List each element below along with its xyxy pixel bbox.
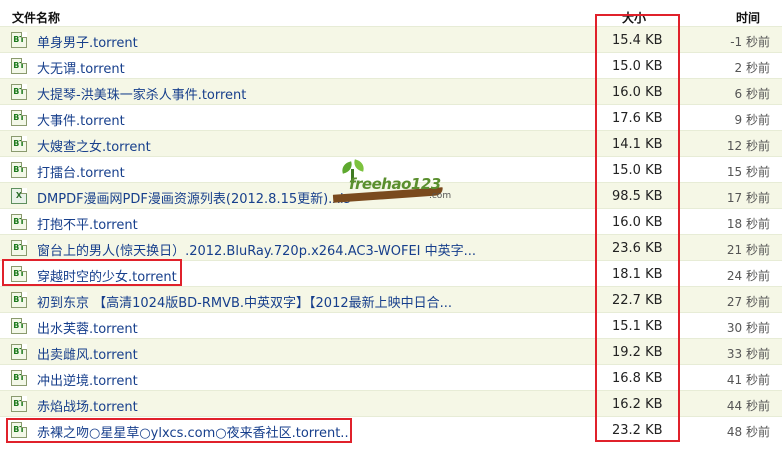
file-size: 15.4 KB (612, 33, 663, 48)
table-row: BT 大嫂查之女.torrent 14.1 KB 12 秒前 (0, 130, 782, 156)
file-time: 33 秒前 (726, 347, 770, 361)
column-header-time[interactable]: 时间 (736, 9, 760, 26)
file-name-link[interactable]: 穿越时空的少女.torrent (37, 266, 177, 285)
freehao123-watermark-logo: freehao123 .com (332, 159, 458, 211)
bt-torrent-file-icon: BT (11, 240, 27, 256)
table-row: BT 冲出逆境.torrent 16.8 KB 41 秒前 (0, 364, 782, 390)
table-row: BT 打抱不平.torrent 16.0 KB 18 秒前 (0, 208, 782, 234)
file-time: 41 秒前 (726, 373, 770, 387)
file-name-link[interactable]: 赤裸之吻○星星草○ylxcs.com○夜来香社区.torrent... (37, 422, 353, 441)
table-row: BT 大事件.torrent 17.6 KB 9 秒前 (0, 104, 782, 130)
file-size: 14.1 KB (612, 137, 663, 152)
file-size: 15.0 KB (612, 59, 663, 74)
file-name-link[interactable]: 大嫂查之女.torrent (37, 136, 151, 155)
file-name-link[interactable]: 大无谓.torrent (37, 58, 125, 77)
table-row: BT 穿越时空的少女.torrent 18.1 KB 24 秒前 (0, 260, 782, 286)
file-size: 98.5 KB (612, 189, 663, 204)
file-size: 17.6 KB (612, 111, 663, 126)
file-name-link[interactable]: 冲出逆境.torrent (37, 370, 138, 389)
file-time: 48 秒前 (726, 425, 770, 439)
file-size: 18.1 KB (612, 267, 663, 282)
file-name-link[interactable]: 打抱不平.torrent (37, 214, 138, 233)
table-row: BT 出卖雌风.torrent 19.2 KB 33 秒前 (0, 338, 782, 364)
file-size: 22.7 KB (612, 293, 663, 308)
file-size: 15.1 KB (612, 319, 663, 334)
file-name-link[interactable]: 出卖雌风.torrent (37, 344, 138, 363)
file-size: 15.0 KB (612, 163, 663, 178)
excel-file-icon: X (11, 188, 27, 204)
file-size: 19.2 KB (612, 345, 663, 360)
bt-torrent-file-icon: BT (11, 396, 27, 412)
file-time: 12 秒前 (726, 139, 770, 153)
bt-torrent-file-icon: BT (11, 32, 27, 48)
logo-suffix: .com (429, 191, 452, 201)
file-size: 16.0 KB (612, 215, 663, 230)
file-name-link[interactable]: 初到东京 【高清1024版BD-RMVB.中英双字】【2012最新上映中日合..… (37, 292, 452, 311)
file-time: 21 秒前 (726, 243, 770, 257)
table-row: BT 单身男子.torrent 15.4 KB -1 秒前 (0, 26, 782, 52)
file-name-link[interactable]: 单身男子.torrent (37, 32, 138, 51)
file-name-link[interactable]: 大提琴-洪美珠一家杀人事件.torrent (37, 84, 246, 103)
file-name-link[interactable]: 大事件.torrent (37, 110, 125, 129)
file-size: 16.8 KB (612, 371, 663, 386)
bt-torrent-file-icon: BT (11, 318, 27, 334)
file-name-link[interactable]: 赤焰战场.torrent (37, 396, 138, 415)
file-time: 15 秒前 (726, 165, 770, 179)
file-time: 2 秒前 (734, 61, 770, 75)
file-name-link[interactable]: 打擂台.torrent (37, 162, 125, 181)
file-size: 16.0 KB (612, 85, 663, 100)
table-row: BT 大提琴-洪美珠一家杀人事件.torrent 16.0 KB 6 秒前 (0, 78, 782, 104)
bt-torrent-file-icon: BT (11, 370, 27, 386)
table-row: BT 大无谓.torrent 15.0 KB 2 秒前 (0, 52, 782, 78)
bt-torrent-file-icon: BT (11, 214, 27, 230)
file-time: 9 秒前 (734, 113, 770, 127)
bt-torrent-file-icon: BT (11, 58, 27, 74)
file-size: 16.2 KB (612, 397, 663, 412)
bt-torrent-file-icon: BT (11, 344, 27, 360)
bt-torrent-file-icon: BT (11, 422, 27, 438)
column-header-size[interactable]: 大小 (622, 9, 646, 26)
file-time: 44 秒前 (726, 399, 770, 413)
file-size: 23.6 KB (612, 241, 663, 256)
file-name-link[interactable]: 出水芙蓉.torrent (37, 318, 138, 337)
file-time: 30 秒前 (726, 321, 770, 335)
file-time: -1 秒前 (730, 35, 770, 49)
file-size: 23.2 KB (612, 423, 663, 438)
bt-torrent-file-icon: BT (11, 266, 27, 282)
file-time: 24 秒前 (726, 269, 770, 283)
bt-torrent-file-icon: BT (11, 292, 27, 308)
bt-torrent-file-icon: BT (11, 162, 27, 178)
file-time: 27 秒前 (726, 295, 770, 309)
table-row: BT 赤焰战场.torrent 16.2 KB 44 秒前 (0, 390, 782, 416)
bt-torrent-file-icon: BT (11, 84, 27, 100)
file-time: 6 秒前 (734, 87, 770, 101)
table-row: BT 初到东京 【高清1024版BD-RMVB.中英双字】【2012最新上映中日合… (0, 286, 782, 312)
table-header: 文件名称 大小 时间 (0, 0, 782, 26)
logo-text: freehao123 (349, 175, 441, 193)
bt-torrent-file-icon: BT (11, 110, 27, 126)
table-row: BT 窗台上的男人(惊天换日）.2012.BluRay.720p.x264.AC3… (0, 234, 782, 260)
table-row: BT 出水芙蓉.torrent 15.1 KB 30 秒前 (0, 312, 782, 338)
table-row: BT 赤裸之吻○星星草○ylxcs.com○夜来香社区.torrent... 23.… (0, 416, 782, 442)
file-time: 18 秒前 (726, 217, 770, 231)
file-time: 17 秒前 (726, 191, 770, 205)
column-header-filename[interactable]: 文件名称 (12, 9, 60, 26)
file-name-link[interactable]: DMPDF漫画网PDF漫画资源列表(2012.8.15更新).xls (37, 188, 350, 207)
file-name-link[interactable]: 窗台上的男人(惊天换日）.2012.BluRay.720p.x264.AC3-W… (37, 240, 476, 259)
bt-torrent-file-icon: BT (11, 136, 27, 152)
